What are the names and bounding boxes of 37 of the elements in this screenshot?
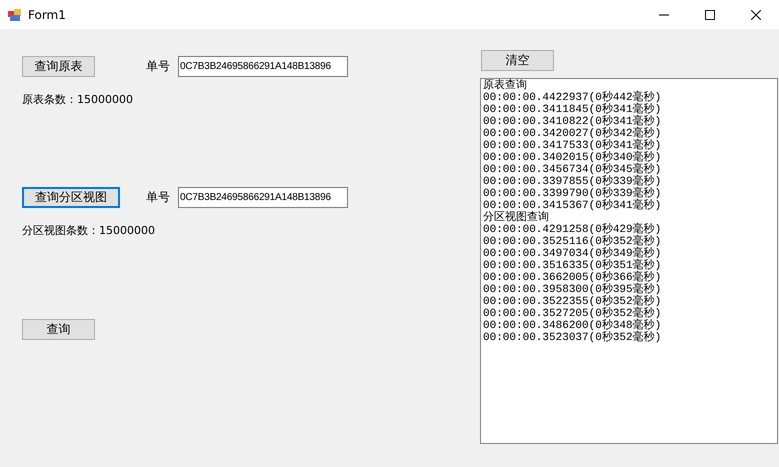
field-label: 单号 bbox=[146, 58, 170, 75]
log-line: 00:00:00.3417533(0秒341毫秒) bbox=[483, 140, 662, 152]
window-title: Form1 bbox=[28, 8, 66, 22]
log-line: 00:00:00.3958300(0秒395毫秒) bbox=[483, 284, 662, 296]
order-number-field[interactable]: 0C7B3B24695866291A148B13896 bbox=[178, 187, 348, 208]
log-line: 00:00:00.3411845(0秒341毫秒) bbox=[483, 104, 662, 116]
log-line: 00:00:00.3523037(0秒352毫秒) bbox=[483, 332, 662, 344]
log-line: 00:00:00.3497034(0秒349毫秒) bbox=[483, 248, 662, 260]
log-line: 00:00:00.3399790(0秒339毫秒) bbox=[483, 188, 662, 200]
log-line: 00:00:00.3525116(0秒352毫秒) bbox=[483, 236, 662, 248]
close-icon[interactable] bbox=[751, 10, 761, 20]
count-label: 原表条数：15000000 bbox=[22, 92, 134, 107]
log-line: 分区视图查询 bbox=[483, 212, 550, 224]
log-line: 00:00:00.3527205(0秒352毫秒) bbox=[483, 308, 662, 320]
field-label: 单号 bbox=[146, 189, 170, 206]
order-number-field[interactable]: 0C7B3B24695866291A148B13896 bbox=[178, 56, 348, 77]
output-textbox[interactable] bbox=[480, 78, 778, 444]
log-line: 00:00:00.4291258(0秒429毫秒) bbox=[483, 224, 662, 236]
log-line: 00:00:00.3420027(0秒342毫秒) bbox=[483, 128, 662, 140]
log-line: 00:00:00.3662005(0秒366毫秒) bbox=[483, 272, 662, 284]
query-button[interactable]: 查询 bbox=[22, 319, 95, 340]
query-button[interactable]: 查询原表 bbox=[22, 56, 95, 77]
log-line: 00:00:00.3456734(0秒345毫秒) bbox=[483, 164, 662, 176]
log-line: 00:00:00.3397855(0秒339毫秒) bbox=[483, 176, 662, 188]
query-button[interactable]: 查询分区视图 bbox=[22, 187, 120, 208]
clear-button[interactable]: 清空 bbox=[481, 50, 554, 71]
maximize-icon[interactable] bbox=[705, 10, 715, 20]
log-line: 00:00:00.3486200(0秒348毫秒) bbox=[483, 320, 662, 332]
count-label: 分区视图条数：15000000 bbox=[22, 223, 156, 238]
log-line: 00:00:00.3415367(0秒341毫秒) bbox=[483, 200, 662, 212]
log-line: 00:00:00.3516335(0秒351毫秒) bbox=[483, 260, 662, 272]
log-line: 00:00:00.3522355(0秒352毫秒) bbox=[483, 296, 662, 308]
log-line: 00:00:00.4422937(0秒442毫秒) bbox=[483, 92, 662, 104]
log-line: 00:00:00.3402015(0秒340毫秒) bbox=[483, 152, 662, 164]
log-line: 原表查询 bbox=[483, 80, 528, 92]
log-line: 00:00:00.3410822(0秒341毫秒) bbox=[483, 116, 662, 128]
app-icon bbox=[8, 8, 22, 22]
